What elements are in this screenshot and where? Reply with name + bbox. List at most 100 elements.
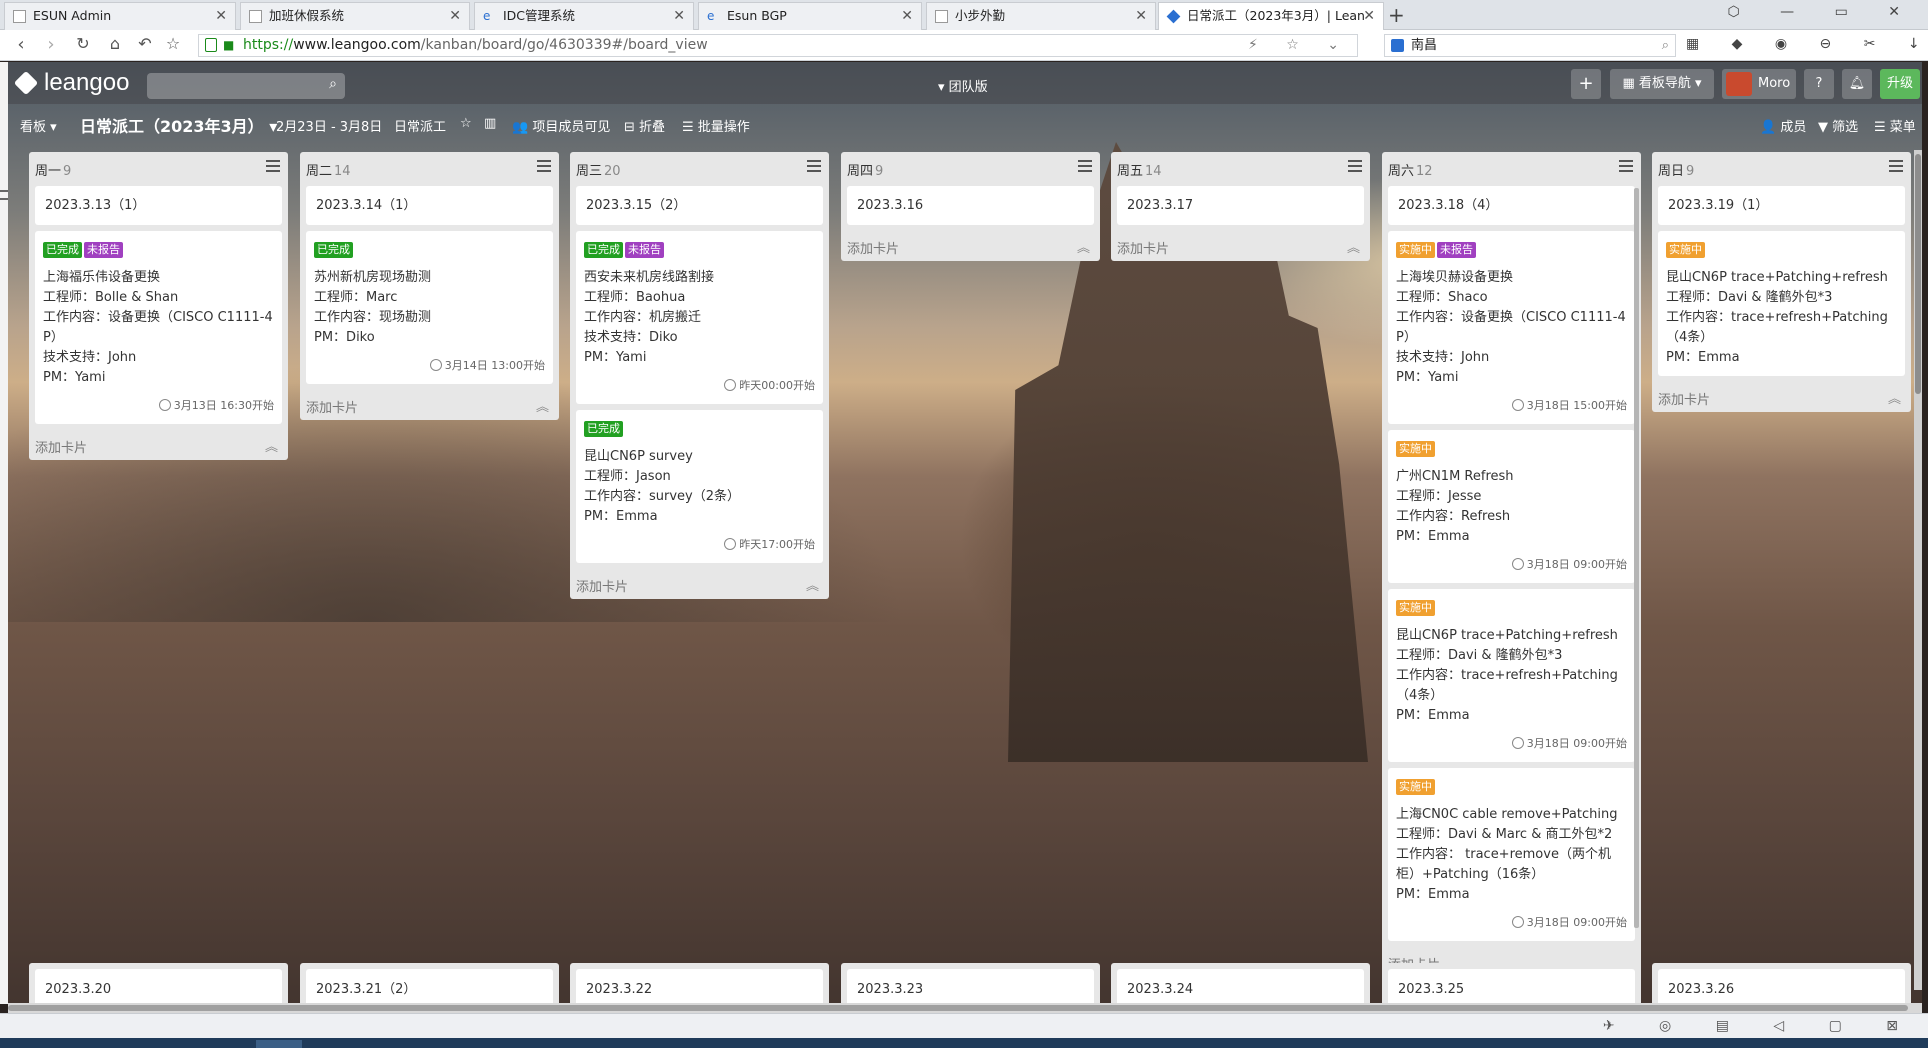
fold-button[interactable]: ⊟ 折叠 (624, 116, 665, 135)
list-title-card[interactable]: 2023.3.19（1） (1658, 186, 1905, 225)
list-menu-icon[interactable] (1348, 160, 1362, 172)
search-icon[interactable]: ⌕ (329, 76, 337, 92)
browser-tab[interactable]: 加班休假系统 ✕ (240, 2, 470, 30)
list-menu-icon[interactable] (1889, 160, 1903, 172)
list-header[interactable]: 周二 14 (300, 152, 559, 186)
filter-button[interactable]: ▼ 筛选 (1818, 116, 1858, 135)
extension-icons[interactable]: ▦ ◆ ◉ ⊖ ✂ ↓ ≡ (1686, 36, 1928, 52)
list-title-card[interactable]: 2023.3.25 (1388, 969, 1635, 1003)
reload-icon[interactable]: ↻ (72, 34, 94, 53)
collapse-icon[interactable]: ︽ (806, 575, 819, 594)
browser-tab-active[interactable]: 日常派工（2023年3月）| Lean ✕ (1158, 2, 1384, 31)
browser-tab[interactable]: 小步外勤 ✕ (926, 2, 1156, 30)
scrollbar-thumb[interactable] (8, 1005, 1908, 1011)
address-bar-icons[interactable]: ⚡ ☆ ⌄ (1248, 35, 1351, 56)
list-menu-icon[interactable] (1619, 160, 1633, 172)
list-title-card[interactable]: 2023.3.22 (576, 969, 823, 1003)
list-title-card[interactable]: 2023.3.20 (35, 969, 282, 1003)
horizontal-scrollbar[interactable] (8, 1003, 1922, 1013)
list-menu-icon[interactable] (537, 160, 551, 172)
scrollbar-thumb[interactable] (1915, 154, 1921, 394)
board-tag[interactable]: 日常派工 (394, 116, 446, 135)
collapse-icon[interactable]: ︽ (1347, 237, 1360, 256)
add-card-button[interactable]: 添加卡片 ︽ (29, 430, 288, 460)
close-icon[interactable]: ✕ (901, 3, 913, 29)
list-title-card[interactable]: 2023.3.14（1） (306, 186, 553, 225)
user-menu[interactable]: Moro (1722, 69, 1796, 99)
list-title-card[interactable]: 2023.3.24 (1117, 969, 1364, 1003)
browser-tab[interactable]: e Esun BGP ✕ (698, 2, 922, 30)
list-menu-icon[interactable] (1078, 160, 1092, 172)
task-card[interactable]: 实施中 广州CN1M Refresh 工程师：Jesse 工作内容：Refresh PM… (1388, 430, 1635, 583)
task-card[interactable]: 实施中 上海CN0C cable remove+Patching 工程师：Davi … (1388, 768, 1635, 941)
search-icon[interactable]: ⌕ (1662, 35, 1669, 56)
add-card-button[interactable]: 添加卡片 ︽ (841, 231, 1100, 261)
add-card-button[interactable]: 添加卡片 ︽ (1652, 382, 1911, 412)
chart-icon[interactable]: ▥ (484, 116, 496, 131)
list-header[interactable]: 周四 9 (841, 152, 1100, 186)
search-input[interactable]: 南昌 ⌕ (1384, 34, 1676, 57)
list-title-card[interactable]: 2023.3.15（2） (576, 186, 823, 225)
collapse-icon[interactable]: ︽ (536, 396, 549, 415)
address-bar[interactable]: ■ https://www.leangoo.com/kanban/board/g… (198, 34, 1358, 57)
close-icon[interactable]: ✕ (1135, 3, 1147, 29)
list-title-card[interactable]: 2023.3.23 (847, 969, 1094, 1003)
list-title-card[interactable]: 2023.3.26 (1658, 969, 1905, 1003)
members-button[interactable]: 👤 成员 (1760, 116, 1806, 135)
sidebar-toggle-icon[interactable] (0, 190, 8, 200)
list-menu-icon[interactable] (266, 160, 280, 172)
collapse-icon[interactable]: ︽ (1888, 388, 1901, 407)
list-header[interactable]: 周六 12 (1382, 152, 1641, 186)
list-header[interactable]: 周五 14 (1111, 152, 1370, 186)
task-card[interactable]: 已完成 苏州新机房现场勘测 工程师：Marc 工作内容：现场勘测 PM：Diko 3月14… (306, 231, 553, 384)
add-card-button[interactable]: 添加卡片 ︽ (300, 390, 559, 420)
list-scrollbar[interactable] (1634, 188, 1639, 928)
leangoo-logo[interactable]: leangoo (13, 70, 129, 96)
task-card[interactable]: 已完成 昆山CN6P survey 工程师：Jason 工作内容：survey（2条）… (576, 410, 823, 563)
batch-ops-button[interactable]: ☰ 批量操作 (682, 116, 750, 135)
browser-tab[interactable]: ESUN Admin ✕ (4, 2, 236, 30)
task-card[interactable]: 实施中 昆山CN6P trace+Patching+refresh 工程师：Davi… (1658, 231, 1905, 376)
task-card[interactable]: 实施中 未报告 上海埃贝赫设备更换 工程师：Shaco 工作内容：设备更换（CISCO … (1388, 231, 1635, 424)
collapse-icon[interactable]: ︽ (265, 436, 278, 455)
board-nav-button[interactable]: ▦ 看板导航 ▾ (1610, 69, 1714, 99)
forward-icon[interactable]: › (40, 34, 62, 55)
close-icon[interactable]: ✕ (215, 3, 227, 29)
board-title[interactable]: 日常派工（2023年3月） ▾ (80, 113, 277, 137)
add-card-button[interactable]: 添加卡片 ︽ (1111, 231, 1370, 261)
list-title-card[interactable]: 2023.3.21（2） (306, 969, 553, 1003)
view-switch[interactable]: 看板 ▾ (20, 116, 57, 135)
taskbar-item[interactable] (256, 1040, 302, 1048)
visibility-button[interactable]: 👥 项目成员可见 (512, 116, 610, 135)
add-button[interactable]: + (1571, 69, 1601, 99)
close-icon[interactable]: ✕ (673, 3, 685, 29)
bell-icon[interactable]: 🔔︎ (1842, 69, 1872, 99)
star-icon[interactable]: ☆ (460, 116, 472, 131)
add-card-button[interactable]: 添加卡片 ︽ (570, 569, 829, 599)
close-icon[interactable]: ✕ (449, 3, 461, 29)
board-search-input[interactable]: ⌕ (147, 73, 345, 99)
list-title-card[interactable]: 2023.3.16 (847, 186, 1094, 225)
list-title-card[interactable]: 2023.3.13（1） (35, 186, 282, 225)
task-card[interactable]: 实施中 昆山CN6P trace+Patching+refresh 工程师：Davi… (1388, 589, 1635, 762)
vertical-scrollbar[interactable] (1914, 150, 1922, 990)
task-card[interactable]: 已完成 未报告 西安未来机房线路割接 工程师：Baohua 工作内容：机房搬迁 技术支持：… (576, 231, 823, 404)
collapse-icon[interactable]: ︽ (1077, 237, 1090, 256)
window-controls[interactable]: ⬡ — ▭ ✕ (1727, 4, 1918, 20)
back-icon[interactable]: ‹ (10, 34, 32, 55)
browser-tab[interactable]: e IDC管理系统 ✕ (474, 2, 694, 30)
list-title-card[interactable]: 2023.3.18（4） (1388, 186, 1635, 225)
new-tab-button[interactable]: + (1388, 3, 1405, 27)
task-card[interactable]: 已完成 未报告 上海福乐伟设备更换 工程师：Bolle & Shan 工作内容：设备更换… (35, 231, 282, 424)
home-icon[interactable]: ⌂ (104, 34, 126, 53)
menu-button[interactable]: ☰ 菜单 (1874, 116, 1916, 135)
close-icon[interactable]: ✕ (1363, 3, 1375, 29)
list-header[interactable]: 周日 9 (1652, 152, 1911, 186)
list-title-card[interactable]: 2023.3.17 (1117, 186, 1364, 225)
undo-icon[interactable]: ↶ (134, 34, 156, 53)
upgrade-button[interactable]: 升级 (1880, 69, 1920, 99)
list-menu-icon[interactable] (807, 160, 821, 172)
team-label[interactable]: ▾ 团队版 (938, 76, 988, 95)
status-icons[interactable]: ✈ ◎ ▤ ◁ ▢ ⊠ (1603, 1018, 1918, 1034)
sprint-date-range[interactable]: 2月23日 - 3月8日 (276, 116, 382, 135)
